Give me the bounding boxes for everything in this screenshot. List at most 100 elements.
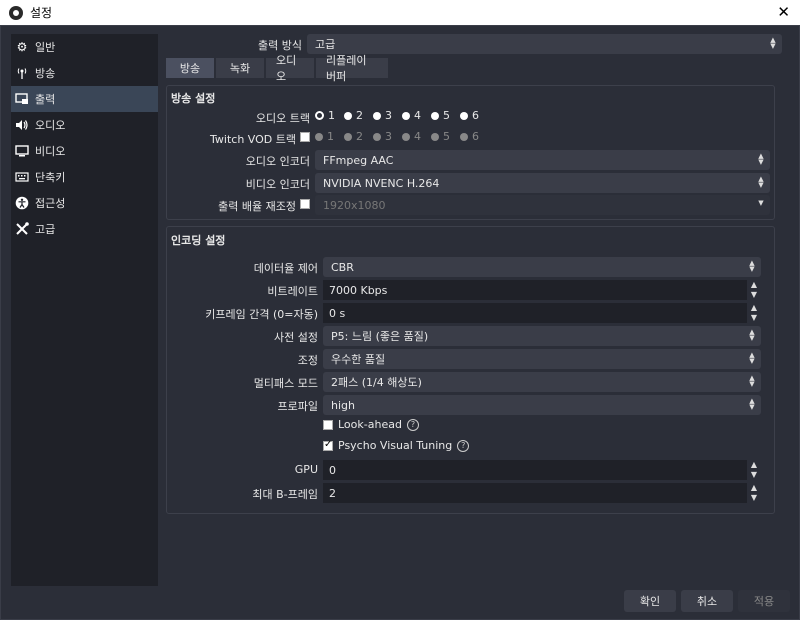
profile-label: 프로파일 bbox=[277, 400, 318, 413]
lookahead-checkbox[interactable] bbox=[323, 420, 333, 430]
multipass-value: 2패스 (1/4 해상도) bbox=[331, 376, 422, 389]
audio-track-radio-2[interactable]: 2 bbox=[344, 109, 363, 122]
twitch-vod-radio-1[interactable]: 1 bbox=[315, 130, 334, 143]
sidebar-item-label: 오디오 bbox=[35, 119, 66, 132]
title-bar: 설정 ✕ bbox=[0, 0, 800, 25]
sidebar-item-label: 일반 bbox=[35, 41, 56, 54]
output-mode-select[interactable]: 고급 ▲ ▼ bbox=[307, 34, 782, 54]
profile-select[interactable]: high ▲ ▼ bbox=[323, 395, 761, 415]
tuning-select[interactable]: 우수한 품질 ▲ ▼ bbox=[323, 349, 761, 369]
sidebar-item-label: 접근성 bbox=[35, 197, 66, 210]
output-tabs: 방송 녹화 오디오 리플레이 버퍼 bbox=[166, 54, 390, 83]
tab-recording[interactable]: 녹화 bbox=[216, 58, 264, 78]
audio-encoder-select[interactable]: FFmpeg AAC ▲ ▼ bbox=[315, 150, 770, 170]
gpu-stepper[interactable]: ▲ ▼ bbox=[748, 460, 760, 480]
tuning-value: 우수한 품질 bbox=[331, 353, 386, 366]
sidebar-item-advanced[interactable]: 고급 bbox=[11, 216, 158, 242]
obs-logo-icon bbox=[9, 5, 23, 20]
audio-track-radio-3[interactable]: 3 bbox=[373, 109, 392, 122]
keyboard-icon bbox=[15, 170, 29, 184]
sidebar-item-label: 방송 bbox=[35, 67, 56, 80]
bitrate-stepper[interactable]: ▲ ▼ bbox=[748, 280, 760, 300]
gpu-label: GPU bbox=[294, 463, 318, 476]
rescale-value: 1920x1080 bbox=[323, 198, 386, 212]
apply-button[interactable]: 적용 bbox=[738, 590, 790, 612]
twitch-vod-radio-5[interactable]: 5 bbox=[431, 130, 450, 143]
multipass-label: 멀티패스 모드 bbox=[253, 377, 318, 390]
spin-arrows-icon: ▲ ▼ bbox=[749, 328, 755, 342]
audio-track-radio-5[interactable]: 5 bbox=[431, 109, 450, 122]
audio-track-radio-6[interactable]: 6 bbox=[460, 109, 479, 122]
help-icon[interactable]: ? bbox=[457, 439, 470, 452]
profile-value: high bbox=[331, 398, 355, 412]
cancel-button[interactable]: 취소 bbox=[681, 590, 733, 612]
accessibility-icon bbox=[15, 196, 29, 210]
audio-track-label: 오디오 트랙 bbox=[255, 112, 310, 125]
sidebar-item-output[interactable]: 출력 bbox=[11, 86, 158, 112]
speaker-icon bbox=[15, 118, 29, 132]
spin-arrows-icon: ▲ ▼ bbox=[749, 397, 755, 411]
sidebar-item-label: 비디오 bbox=[35, 145, 66, 158]
tab-audio[interactable]: 오디오 bbox=[266, 54, 314, 83]
spin-arrows-icon: ▲ ▼ bbox=[749, 351, 755, 365]
rescale-label: 출력 배율 재조정 bbox=[218, 200, 296, 213]
lookahead-label: Look-ahead bbox=[338, 418, 402, 431]
encoding-settings-group: 인코딩 설정 데이터율 제어 CBR ▲ ▼ 비트레이트 7000 Kbps ▲ ▼… bbox=[166, 226, 775, 514]
preset-label: 사전 설정 bbox=[274, 331, 318, 344]
spin-arrows-icon: ▲ ▼ bbox=[758, 152, 764, 166]
rate-control-select[interactable]: CBR ▲ ▼ bbox=[323, 257, 761, 277]
sidebar-item-video[interactable]: 비디오 bbox=[11, 138, 158, 164]
window-title: 설정 bbox=[30, 6, 53, 20]
audio-track-radio-1[interactable]: 1 bbox=[315, 109, 335, 122]
spin-arrows-icon: ▲ ▼ bbox=[770, 36, 776, 50]
group-title: 방송 설정 bbox=[171, 92, 216, 105]
sidebar-item-hotkeys[interactable]: 단축키 bbox=[11, 164, 158, 190]
twitch-vod-radio-6[interactable]: 6 bbox=[460, 130, 479, 143]
antenna-icon bbox=[15, 66, 29, 80]
lookahead-label-row: Look-ahead ? bbox=[338, 418, 419, 431]
tab-stream[interactable]: 방송 bbox=[166, 58, 214, 78]
streaming-settings-group: 방송 설정 오디오 트랙 1 2 3 4 5 6 Twitch VOD 트랙 1… bbox=[166, 85, 775, 220]
bframes-value: 2 bbox=[329, 486, 336, 500]
twitch-vod-label: Twitch VOD 트랙 bbox=[210, 133, 296, 146]
ok-button[interactable]: 확인 bbox=[624, 590, 676, 612]
tools-icon bbox=[15, 222, 29, 236]
close-icon[interactable]: ✕ bbox=[777, 3, 790, 21]
keyframe-input[interactable]: 0 s bbox=[323, 303, 747, 323]
help-icon[interactable]: ? bbox=[406, 418, 419, 431]
group-title: 인코딩 설정 bbox=[171, 234, 226, 247]
gear-icon: ⚙ bbox=[16, 40, 28, 54]
preset-select[interactable]: P5: 느림 (좋은 품질) ▲ ▼ bbox=[323, 326, 761, 346]
spin-arrows-icon: ▲ ▼ bbox=[749, 374, 755, 388]
bframes-stepper[interactable]: ▲ ▼ bbox=[748, 483, 760, 503]
settings-window: ⚙ 일반 방송 출력 오디오 비디오 단축키 접근성 고급 출력 방식 고급 ▲… bbox=[0, 25, 800, 620]
video-encoder-label: 비디오 인코더 bbox=[245, 178, 310, 191]
tab-replay-buffer[interactable]: 리플레이 버퍼 bbox=[316, 54, 388, 83]
rescale-select[interactable]: 1920x1080 ▼ bbox=[315, 195, 770, 215]
sidebar-item-accessibility[interactable]: 접근성 bbox=[11, 190, 158, 216]
tuning-label: 조정 bbox=[297, 354, 318, 367]
psycho-visual-checkbox[interactable] bbox=[323, 439, 333, 451]
rescale-checkbox[interactable] bbox=[300, 199, 310, 209]
audio-track-radio-4[interactable]: 4 bbox=[402, 109, 421, 122]
keyframe-stepper[interactable]: ▲ ▼ bbox=[748, 303, 760, 323]
twitch-vod-radio-4[interactable]: 4 bbox=[402, 130, 421, 143]
bframes-input[interactable]: 2 bbox=[323, 483, 747, 503]
sidebar-item-audio[interactable]: 오디오 bbox=[11, 112, 158, 138]
psycho-visual-label-row: Psycho Visual Tuning ? bbox=[338, 439, 470, 452]
twitch-vod-radio-3[interactable]: 3 bbox=[373, 130, 392, 143]
twitch-vod-checkbox[interactable] bbox=[300, 132, 310, 142]
bitrate-input[interactable]: 7000 Kbps bbox=[323, 280, 747, 300]
video-encoder-select[interactable]: NVIDIA NVENC H.264 ▲ ▼ bbox=[315, 173, 770, 193]
sidebar-item-general[interactable]: ⚙ 일반 bbox=[11, 34, 158, 60]
sidebar-item-stream[interactable]: 방송 bbox=[11, 60, 158, 86]
audio-encoder-value: FFmpeg AAC bbox=[323, 153, 394, 167]
sidebar-item-label: 단축키 bbox=[35, 171, 66, 184]
output-mode-label: 출력 방식 bbox=[258, 39, 302, 52]
rate-control-value: CBR bbox=[331, 260, 354, 274]
twitch-vod-radio-2[interactable]: 2 bbox=[344, 130, 363, 143]
bframes-label: 최대 B-프레임 bbox=[252, 488, 318, 501]
gpu-input[interactable]: 0 bbox=[323, 460, 747, 480]
keyframe-value: 0 s bbox=[329, 306, 346, 320]
multipass-select[interactable]: 2패스 (1/4 해상도) ▲ ▼ bbox=[323, 372, 761, 392]
